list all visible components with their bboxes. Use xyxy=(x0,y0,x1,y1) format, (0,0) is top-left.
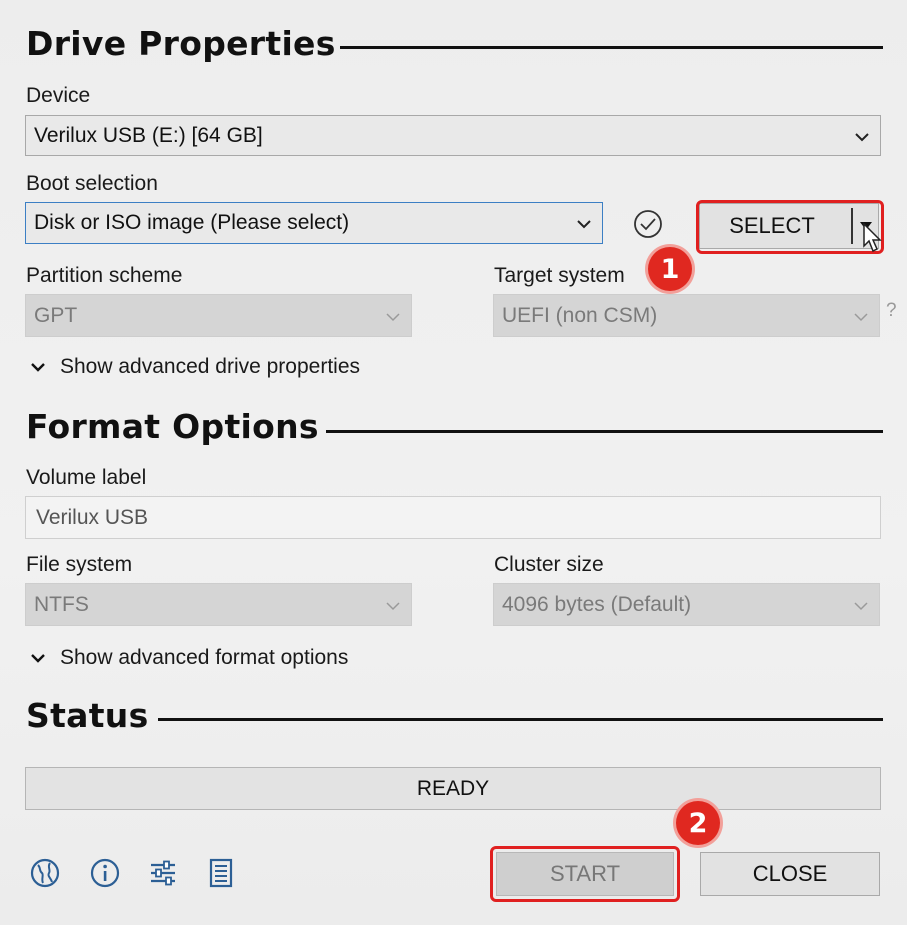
cluster-size-dropdown[interactable]: 4096 bytes (Default) xyxy=(493,583,880,626)
file-system-value: NTFS xyxy=(34,592,89,616)
chevron-down-icon xyxy=(854,124,870,148)
advanced-format-toggle-label: Show advanced format options xyxy=(60,646,349,669)
volume-label-value: Verilux USB xyxy=(36,505,149,529)
check-hash-icon[interactable] xyxy=(632,208,664,240)
device-label: Device xyxy=(26,84,91,107)
partition-scheme-dropdown[interactable]: GPT xyxy=(25,294,412,337)
file-system-label: File system xyxy=(26,553,133,576)
status-progress-bar: READY xyxy=(25,767,881,810)
boot-selection-label: Boot selection xyxy=(26,172,158,195)
close-button[interactable]: CLOSE xyxy=(700,852,880,896)
info-icon[interactable] xyxy=(88,856,122,890)
advanced-drive-toggle[interactable]: Show advanced drive properties xyxy=(30,355,360,379)
volume-label-label: Volume label xyxy=(26,466,147,489)
select-highlight-box xyxy=(696,200,884,254)
device-dropdown[interactable]: Verilux USB (E:) [64 GB] xyxy=(25,115,881,156)
chevron-down-icon xyxy=(853,593,869,617)
chevron-down-icon xyxy=(385,593,401,617)
mouse-cursor-icon xyxy=(862,222,884,259)
chevron-down-icon xyxy=(30,646,46,670)
device-value: Verilux USB (E:) [64 GB] xyxy=(34,123,263,147)
status-progress-text: READY xyxy=(416,776,490,800)
file-system-dropdown[interactable]: NTFS xyxy=(25,583,412,626)
cluster-size-label: Cluster size xyxy=(494,553,604,576)
step-badge-1: 1 xyxy=(648,247,692,291)
target-system-dropdown[interactable]: UEFI (non CSM) xyxy=(493,294,880,337)
chevron-down-icon xyxy=(576,211,592,235)
cluster-size-value: 4096 bytes (Default) xyxy=(502,592,692,616)
boot-selection-value: Disk or ISO image (Please select) xyxy=(34,211,350,234)
advanced-format-toggle[interactable]: Show advanced format options xyxy=(30,646,348,670)
advanced-drive-toggle-label: Show advanced drive properties xyxy=(60,355,361,378)
status-rule xyxy=(158,718,883,721)
boot-selection-dropdown[interactable]: Disk or ISO image (Please select) xyxy=(25,202,603,244)
target-system-value: UEFI (non CSM) xyxy=(502,303,658,327)
target-help-icon[interactable]: ? xyxy=(886,300,897,322)
partition-scheme-label: Partition scheme xyxy=(26,264,183,287)
chevron-down-icon xyxy=(30,355,46,379)
volume-label-input[interactable]: Verilux USB xyxy=(25,496,881,539)
drive-properties-rule xyxy=(340,46,883,49)
settings-sliders-icon[interactable] xyxy=(146,856,180,890)
close-button-label: CLOSE xyxy=(752,861,828,886)
status-heading: Status xyxy=(26,696,149,735)
target-system-label: Target system xyxy=(494,264,625,287)
partition-scheme-value: GPT xyxy=(34,303,78,327)
chevron-down-icon xyxy=(853,304,869,328)
format-options-rule xyxy=(326,430,883,433)
chevron-down-icon xyxy=(385,304,401,328)
drive-properties-heading: Drive Properties xyxy=(26,24,336,63)
start-highlight-box xyxy=(490,846,680,902)
format-options-heading: Format Options xyxy=(26,407,319,446)
globe-icon[interactable] xyxy=(28,856,62,890)
step-badge-2: 2 xyxy=(676,801,720,845)
log-icon[interactable] xyxy=(204,856,238,890)
